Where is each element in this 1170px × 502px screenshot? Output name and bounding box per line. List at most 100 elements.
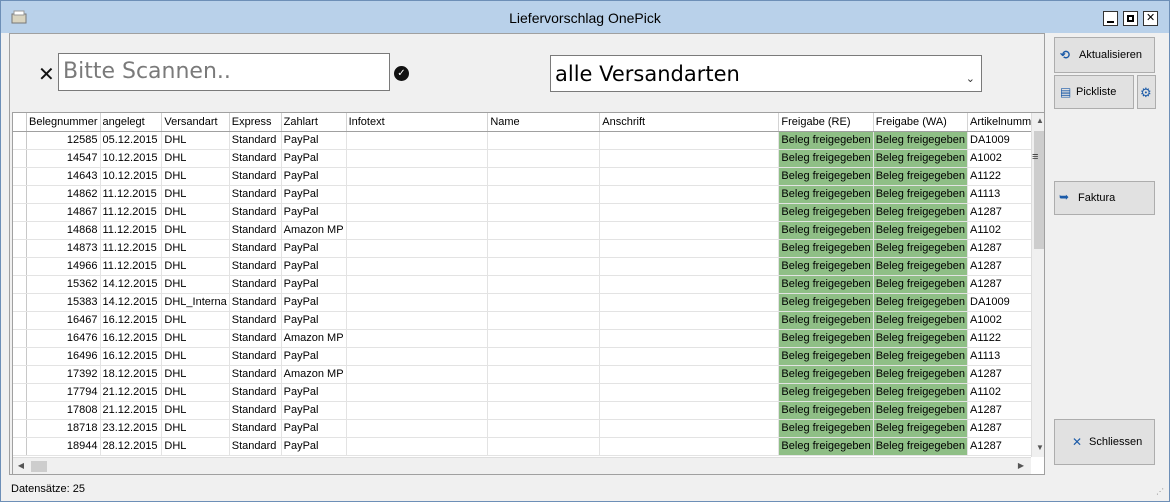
table-row[interactable]: 14868 11.12.2015 DHL Standard Amazon MP Beleg…: [13, 221, 1044, 240]
table-cell: [599, 383, 780, 402]
table-cell: Standard: [229, 347, 282, 366]
table-cell: Beleg freigegeben: [873, 401, 969, 420]
table-row[interactable]: 17794 21.12.2015 DHL Standard PayPal Beleg fr…: [13, 383, 1044, 402]
row-header-corner: [13, 113, 27, 132]
scroll-left-icon[interactable]: ◀: [13, 458, 29, 474]
table-cell: PayPal: [281, 293, 347, 312]
table-cell: 16496: [26, 347, 101, 366]
close-button[interactable]: ✕ Schliessen: [1054, 419, 1155, 465]
table-cell: Beleg freigegeben: [873, 239, 969, 258]
row-selector[interactable]: [13, 131, 27, 150]
settings-button[interactable]: ⚙: [1137, 75, 1156, 109]
column-header[interactable]: Belegnummer: [26, 113, 101, 132]
vertical-scrollbar[interactable]: ▲ ▼: [1031, 113, 1044, 457]
main-panel: ✕ Bitte Scannen.. ✓ alle Versandarten ⌄ …: [9, 33, 1045, 475]
row-selector[interactable]: [13, 149, 27, 168]
shipping-type-select[interactable]: alle Versandarten ⌄: [550, 55, 982, 92]
scan-input[interactable]: Bitte Scannen..: [58, 53, 390, 91]
column-header[interactable]: angelegt: [100, 113, 163, 132]
table-row[interactable]: 14547 10.12.2015 DHL Standard PayPal Beleg fr…: [13, 149, 1044, 168]
column-header[interactable]: Anschrift: [599, 113, 780, 132]
row-selector[interactable]: [13, 437, 27, 456]
refresh-button[interactable]: ⟲ Aktualisieren: [1054, 37, 1155, 73]
table-cell: [346, 167, 489, 186]
minimize-button[interactable]: [1103, 11, 1118, 26]
table-cell: PayPal: [281, 185, 347, 204]
confirm-icon[interactable]: ✓: [394, 66, 409, 81]
row-selector[interactable]: [13, 257, 27, 276]
table-cell: Beleg freigegeben: [778, 221, 874, 240]
row-selector[interactable]: [13, 311, 27, 330]
row-selector[interactable]: [13, 383, 27, 402]
column-header[interactable]: Express: [229, 113, 282, 132]
delivery-grid[interactable]: Belegnummer angelegt Versandart Express Zahl…: [12, 112, 1045, 475]
table-row[interactable]: 16476 16.12.2015 DHL Standard Amazon MP Beleg…: [13, 329, 1044, 348]
column-header[interactable]: Infotext: [346, 113, 489, 132]
row-selector[interactable]: [13, 365, 27, 384]
row-selector[interactable]: [13, 401, 27, 420]
column-header[interactable]: Freigabe (RE): [778, 113, 874, 132]
row-selector[interactable]: [13, 203, 27, 222]
window-close-button[interactable]: ✕: [1143, 11, 1158, 26]
table-cell: DHL: [161, 347, 230, 366]
table-cell: [346, 329, 489, 348]
row-selector[interactable]: [13, 239, 27, 258]
table-row[interactable]: 18718 23.12.2015 DHL Standard PayPal Beleg fr…: [13, 419, 1044, 438]
table-cell: Beleg freigegeben: [778, 257, 874, 276]
table-row[interactable]: 16496 16.12.2015 DHL Standard PayPal Beleg fr…: [13, 347, 1044, 366]
row-selector[interactable]: [13, 167, 27, 186]
table-cell: Beleg freigegeben: [778, 311, 874, 330]
table-row[interactable]: 14873 11.12.2015 DHL Standard PayPal Beleg fr…: [13, 239, 1044, 258]
table-row[interactable]: 14966 11.12.2015 DHL Standard PayPal Beleg fr…: [13, 257, 1044, 276]
table-cell: Beleg freigegeben: [873, 131, 969, 150]
invoice-button[interactable]: ➥ Faktura: [1054, 181, 1155, 215]
row-selector[interactable]: [13, 221, 27, 240]
table-row[interactable]: 17808 21.12.2015 DHL Standard PayPal Beleg fr…: [13, 401, 1044, 420]
horizontal-scroll-thumb[interactable]: [31, 461, 47, 472]
column-header[interactable]: Zahlart: [281, 113, 347, 132]
table-cell: PayPal: [281, 419, 347, 438]
scroll-down-icon[interactable]: ▼: [1032, 440, 1044, 456]
table-cell: Beleg freigegeben: [778, 401, 874, 420]
table-cell: PayPal: [281, 257, 347, 276]
vertical-scroll-thumb[interactable]: [1034, 131, 1044, 249]
column-header[interactable]: Versandart: [161, 113, 230, 132]
table-cell: [599, 419, 780, 438]
table-row[interactable]: 15383 14.12.2015 DHL_Interna Standard PayPal…: [13, 293, 1044, 312]
table-row[interactable]: 14643 10.12.2015 DHL Standard PayPal Beleg fr…: [13, 167, 1044, 186]
row-selector[interactable]: [13, 293, 27, 312]
splitter-grip-icon[interactable]: ≡: [1032, 151, 1038, 163]
table-row[interactable]: 17392 18.12.2015 DHL Standard Amazon MP Beleg…: [13, 365, 1044, 384]
table-row[interactable]: 18944 28.12.2015 DHL Standard PayPal Beleg fr…: [13, 437, 1044, 456]
table-cell: [346, 257, 489, 276]
table-cell: [346, 383, 489, 402]
title-bar[interactable]: Liefervorschlag OnePick ✕: [1, 1, 1169, 33]
table-row[interactable]: 16467 16.12.2015 DHL Standard PayPal Beleg fr…: [13, 311, 1044, 330]
table-row[interactable]: 14867 11.12.2015 DHL Standard PayPal Beleg fr…: [13, 203, 1044, 222]
table-cell: PayPal: [281, 347, 347, 366]
table-cell: [599, 329, 780, 348]
scroll-right-icon[interactable]: ▶: [1013, 458, 1029, 474]
column-header[interactable]: Name: [487, 113, 601, 132]
table-row[interactable]: 14862 11.12.2015 DHL Standard PayPal Beleg fr…: [13, 185, 1044, 204]
table-cell: Beleg freigegeben: [873, 293, 969, 312]
row-selector[interactable]: [13, 185, 27, 204]
table-row[interactable]: 15362 14.12.2015 DHL Standard PayPal Beleg fr…: [13, 275, 1044, 294]
picklist-button[interactable]: ▤ Pickliste: [1054, 75, 1134, 109]
column-header[interactable]: Freigabe (WA): [873, 113, 969, 132]
row-selector[interactable]: [13, 329, 27, 348]
row-selector[interactable]: [13, 275, 27, 294]
table-cell: 14.12.2015: [100, 275, 163, 294]
scroll-up-icon[interactable]: ▲: [1032, 113, 1044, 129]
table-cell: PayPal: [281, 167, 347, 186]
table-row[interactable]: 12585 05.12.2015 DHL Standard PayPal Beleg fr…: [13, 131, 1044, 150]
clear-icon[interactable]: ✕: [38, 62, 55, 87]
row-selector[interactable]: [13, 419, 27, 438]
maximize-button[interactable]: [1123, 11, 1138, 26]
table-cell: Standard: [229, 149, 282, 168]
horizontal-scrollbar[interactable]: ◀ ▶: [13, 457, 1031, 474]
table-cell: 14643: [26, 167, 101, 186]
resize-grip-icon[interactable]: ⋰: [1156, 487, 1166, 497]
table-cell: Beleg freigegeben: [778, 437, 874, 456]
row-selector[interactable]: [13, 347, 27, 366]
